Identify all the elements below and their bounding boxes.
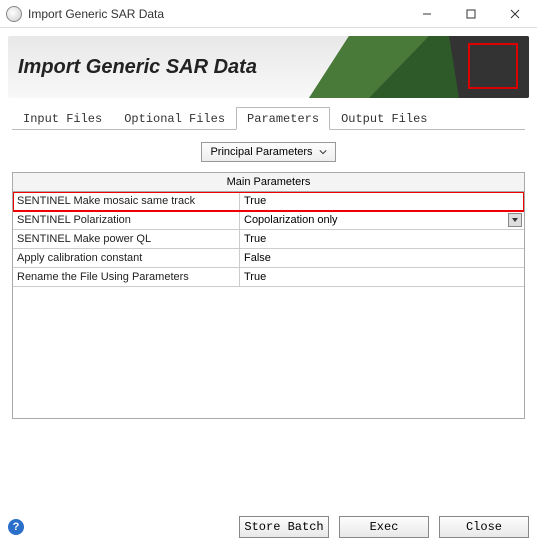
titlebar: Import Generic SAR Data	[0, 0, 537, 28]
dropdown-row: Principal Parameters	[12, 142, 525, 162]
store-batch-button[interactable]: Store Batch	[239, 516, 329, 538]
table-row: Apply calibration constantFalse	[13, 249, 524, 268]
content-area: Input FilesOptional FilesParametersOutpu…	[0, 98, 537, 427]
parameters-table: Main Parameters SENTINEL Make mosaic sam…	[12, 172, 525, 419]
tab-bar: Input FilesOptional FilesParametersOutpu…	[12, 106, 525, 130]
footer-buttons: Store Batch Exec Close	[239, 516, 529, 538]
table-row: SENTINEL Make power QLTrue	[13, 230, 524, 249]
app-icon	[6, 6, 22, 22]
param-label: SENTINEL Polarization	[13, 211, 240, 229]
close-button[interactable]	[493, 0, 537, 28]
exec-button[interactable]: Exec	[339, 516, 429, 538]
tab-output-files[interactable]: Output Files	[330, 107, 438, 130]
table-row: SENTINEL PolarizationCopolarization only	[13, 211, 524, 230]
table-body: SENTINEL Make mosaic same trackTrueSENTI…	[13, 192, 524, 418]
param-value[interactable]: False	[240, 249, 524, 267]
table-row: SENTINEL Make mosaic same trackTrue	[13, 192, 524, 211]
param-value[interactable]: Copolarization only	[240, 211, 524, 229]
help-icon[interactable]: ?	[8, 519, 24, 535]
window-title: Import Generic SAR Data	[28, 7, 405, 21]
param-label: Apply calibration constant	[13, 249, 240, 267]
maximize-button[interactable]	[449, 0, 493, 28]
principal-parameters-dropdown[interactable]: Principal Parameters	[201, 142, 335, 162]
header-title: Import Generic SAR Data	[8, 56, 257, 79]
chevron-down-icon	[319, 148, 327, 156]
header-banner: Import Generic SAR Data	[8, 36, 529, 98]
minimize-button[interactable]	[405, 0, 449, 28]
window-controls	[405, 0, 537, 28]
param-label: SENTINEL Make power QL	[13, 230, 240, 248]
tab-optional-files[interactable]: Optional Files	[113, 107, 236, 130]
tab-input-files[interactable]: Input Files	[12, 107, 113, 130]
param-label: Rename the File Using Parameters	[13, 268, 240, 286]
footer: ? Store Batch Exec Close	[8, 516, 529, 538]
dropdown-arrow-icon[interactable]	[508, 213, 522, 227]
param-label: SENTINEL Make mosaic same track	[13, 192, 240, 210]
dropdown-label: Principal Parameters	[210, 146, 312, 158]
table-header: Main Parameters	[13, 173, 524, 192]
tab-parameters[interactable]: Parameters	[236, 107, 330, 130]
header-image	[309, 36, 529, 98]
param-value[interactable]: True	[240, 192, 524, 210]
param-value[interactable]: True	[240, 230, 524, 248]
close-dialog-button[interactable]: Close	[439, 516, 529, 538]
table-row: Rename the File Using ParametersTrue	[13, 268, 524, 287]
param-value[interactable]: True	[240, 268, 524, 286]
